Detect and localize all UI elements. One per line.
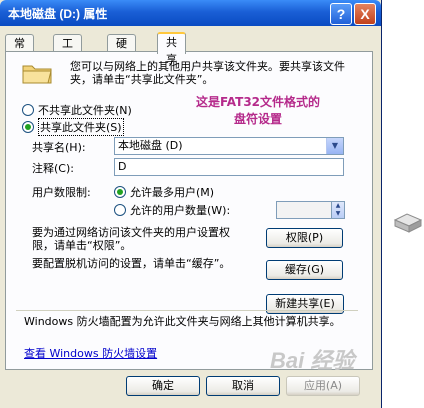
comment-label: 注释(C):	[32, 162, 74, 175]
sharing-intro-text: 您可以与网络上的其他用户共享该文件夹。要共享该文件夹，请单击“共享此文件夹”。	[70, 60, 345, 86]
no-share-label: 不共享此文件夹(N)	[38, 104, 132, 117]
caching-button[interactable]: 缓存(G)	[266, 260, 343, 280]
tab-general[interactable]: 常规	[5, 34, 34, 67]
caching-description: 要配置脱机访问的设置，请单击“缓存”。	[32, 257, 231, 270]
comment-value: D	[118, 160, 127, 173]
tab-hardware[interactable]: 硬件	[107, 34, 136, 67]
user-count-spinner[interactable]: ▲ ▼	[331, 201, 345, 219]
permissions-description: 要为通过网络访问该文件夹的用户设置权限，请单击“权限”。	[32, 226, 230, 252]
max-allowed-option[interactable]: 允许最多用户(M)	[114, 184, 214, 200]
help-button[interactable]: ?	[330, 3, 352, 25]
tab-sharing[interactable]: 共享	[157, 32, 186, 66]
section-divider	[16, 310, 358, 311]
watermark: Bai 经验	[270, 348, 355, 373]
new-share-button[interactable]: 新建共享(E)	[266, 294, 344, 314]
window-title: 本地磁盘 (D:) 属性	[8, 7, 108, 21]
close-button[interactable]: X	[354, 3, 376, 25]
annotation-text: 这是FAT32文件格式的 盘符设置	[178, 94, 338, 128]
share-label: 共享此文件夹(S)	[38, 118, 124, 136]
chevron-down-icon[interactable]: ▼	[326, 138, 343, 154]
share-name-combobox[interactable]: 本地磁盘 (D) ▼	[114, 137, 344, 155]
allow-users-radio[interactable]	[114, 204, 126, 216]
comment-field[interactable]: D	[114, 158, 344, 176]
allow-users-option[interactable]: 允许的用户数量(W):	[114, 202, 230, 218]
hard-drive-icon	[393, 213, 422, 233]
max-allowed-radio[interactable]	[114, 186, 126, 198]
share-option[interactable]: 共享此文件夹(S)	[22, 118, 124, 136]
firewall-text: Windows 防火墙配置为允许此文件夹与网络上其他计算机共享。	[24, 315, 341, 328]
tab-tools[interactable]: 工具	[53, 34, 82, 67]
user-limit-label: 用户数限制:	[32, 186, 91, 199]
title-bar[interactable]: 本地磁盘 (D:) 属性 ? X	[0, 0, 381, 26]
annotation-line-2: 盘符设置	[233, 112, 282, 126]
shared-folder-icon	[22, 65, 52, 84]
annotation-line-1: 这是FAT32文件格式的	[195, 95, 321, 109]
cancel-button[interactable]: 取消	[206, 376, 280, 396]
share-radio[interactable]	[22, 121, 34, 133]
ok-button[interactable]: 确定	[126, 376, 200, 396]
user-count-field[interactable]	[276, 201, 332, 219]
share-name-value: 本地磁盘 (D)	[118, 139, 183, 152]
share-name-label: 共享名(H):	[32, 141, 86, 154]
allow-users-label: 允许的用户数量(W):	[130, 204, 231, 217]
max-allowed-label: 允许最多用户(M)	[130, 186, 215, 199]
apply-button[interactable]: 应用(A)	[286, 376, 360, 396]
permissions-button[interactable]: 权限(P)	[266, 228, 343, 248]
no-share-option[interactable]: 不共享此文件夹(N)	[22, 102, 132, 118]
firewall-settings-link[interactable]: 查看 Windows 防火墙设置	[24, 345, 157, 361]
no-share-radio[interactable]	[22, 104, 34, 116]
